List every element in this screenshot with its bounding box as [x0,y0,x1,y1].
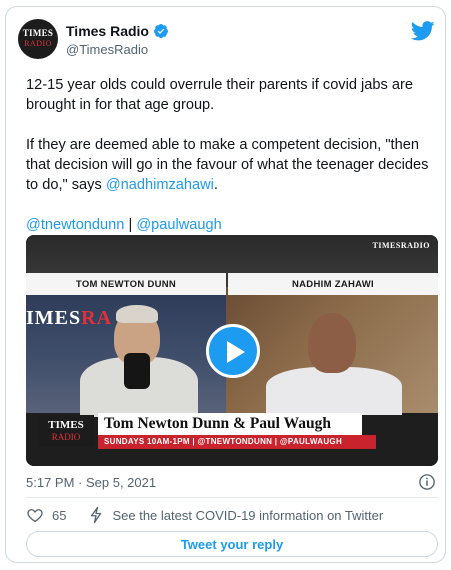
lower-third-schedule: SUNDAYS 10AM-1PM | @TNEWTONDUNN | @PAULW… [98,435,376,449]
display-name[interactable]: Times Radio [66,23,149,39]
tweet-timestamp[interactable]: 5:17 PM · Sep 5, 2021 [26,475,156,490]
video-wall-logo: IMESRA [26,307,112,330]
microphone [124,353,150,389]
lower-logo-top: TIMES [48,419,84,431]
like-count[interactable]: 65 [52,508,66,523]
tweet-paragraph-2: If they are deemed able to make a compet… [26,135,436,195]
wall-text-accent: RA [81,307,113,329]
tweet-header: TIMES RADIO Times Radio @TimesRadio [18,17,435,61]
lower-third-logo: TIMES RADIO [38,415,94,447]
video-brand-watermark: TIMESRADIO [372,241,430,250]
tweet-paragraph-1: 12-15 year olds could overrule their par… [26,77,413,113]
lower-logo-bottom: RADIO [51,432,81,442]
play-button[interactable] [206,324,260,378]
presenter-hair [116,305,158,323]
avatar[interactable]: TIMES RADIO [18,19,58,59]
wall-text-main: IMES [26,307,82,329]
mention-nadhimzahawi[interactable]: @nadhimzahawi [106,177,214,193]
verified-badge-icon [154,24,168,39]
play-icon [227,341,245,363]
video-bottom-bar [26,455,438,466]
covid-info-link[interactable]: See the latest COVID-19 information on T… [112,508,383,523]
handle[interactable]: @TimesRadio [66,42,148,57]
mention-tnewtondunn[interactable]: @tnewtondunn [26,217,124,233]
avatar-text-bottom: RADIO [24,39,52,48]
lightning-bolt-icon [91,506,102,524]
tweet-actions: 65 See the latest COVID-19 information o… [26,505,438,525]
tweet-text: 12-15 year olds could overrule their par… [26,75,436,235]
twitter-bird-icon[interactable] [411,21,435,41]
tweet-paragraph-2-text: If they are deemed able to make a compet… [26,137,429,193]
name-row: Times Radio [66,22,169,40]
info-icon[interactable] [418,473,436,491]
guest-head [308,313,356,373]
tweet-paragraph-3: @tnewtondunn | @paulwaugh [26,215,436,235]
video-lower-third: TIMES RADIO Tom Newton Dunn & Paul Waugh… [26,407,438,455]
video-label-right: NADHIM ZAHAWI [228,273,438,295]
avatar-text-top: TIMES [22,28,54,38]
video-label-left: TOM NEWTON DUNN [26,273,226,295]
mention-separator: | [124,217,137,233]
heart-icon[interactable] [26,506,44,524]
tweet-card: TIMES RADIO Times Radio @TimesRadio 12-1… [5,6,446,563]
tweet-reply-button[interactable]: Tweet your reply [26,531,438,557]
divider [26,497,438,498]
video-player[interactable]: TIMESRADIO IMESRA TOM NEWTON DUNN NADHIM… [26,235,438,466]
tweet-paragraph-2-end: . [213,177,218,193]
lower-third-name: Tom Newton Dunn & Paul Waugh [98,413,362,435]
mention-paulwaugh[interactable]: @paulwaugh [136,217,221,233]
